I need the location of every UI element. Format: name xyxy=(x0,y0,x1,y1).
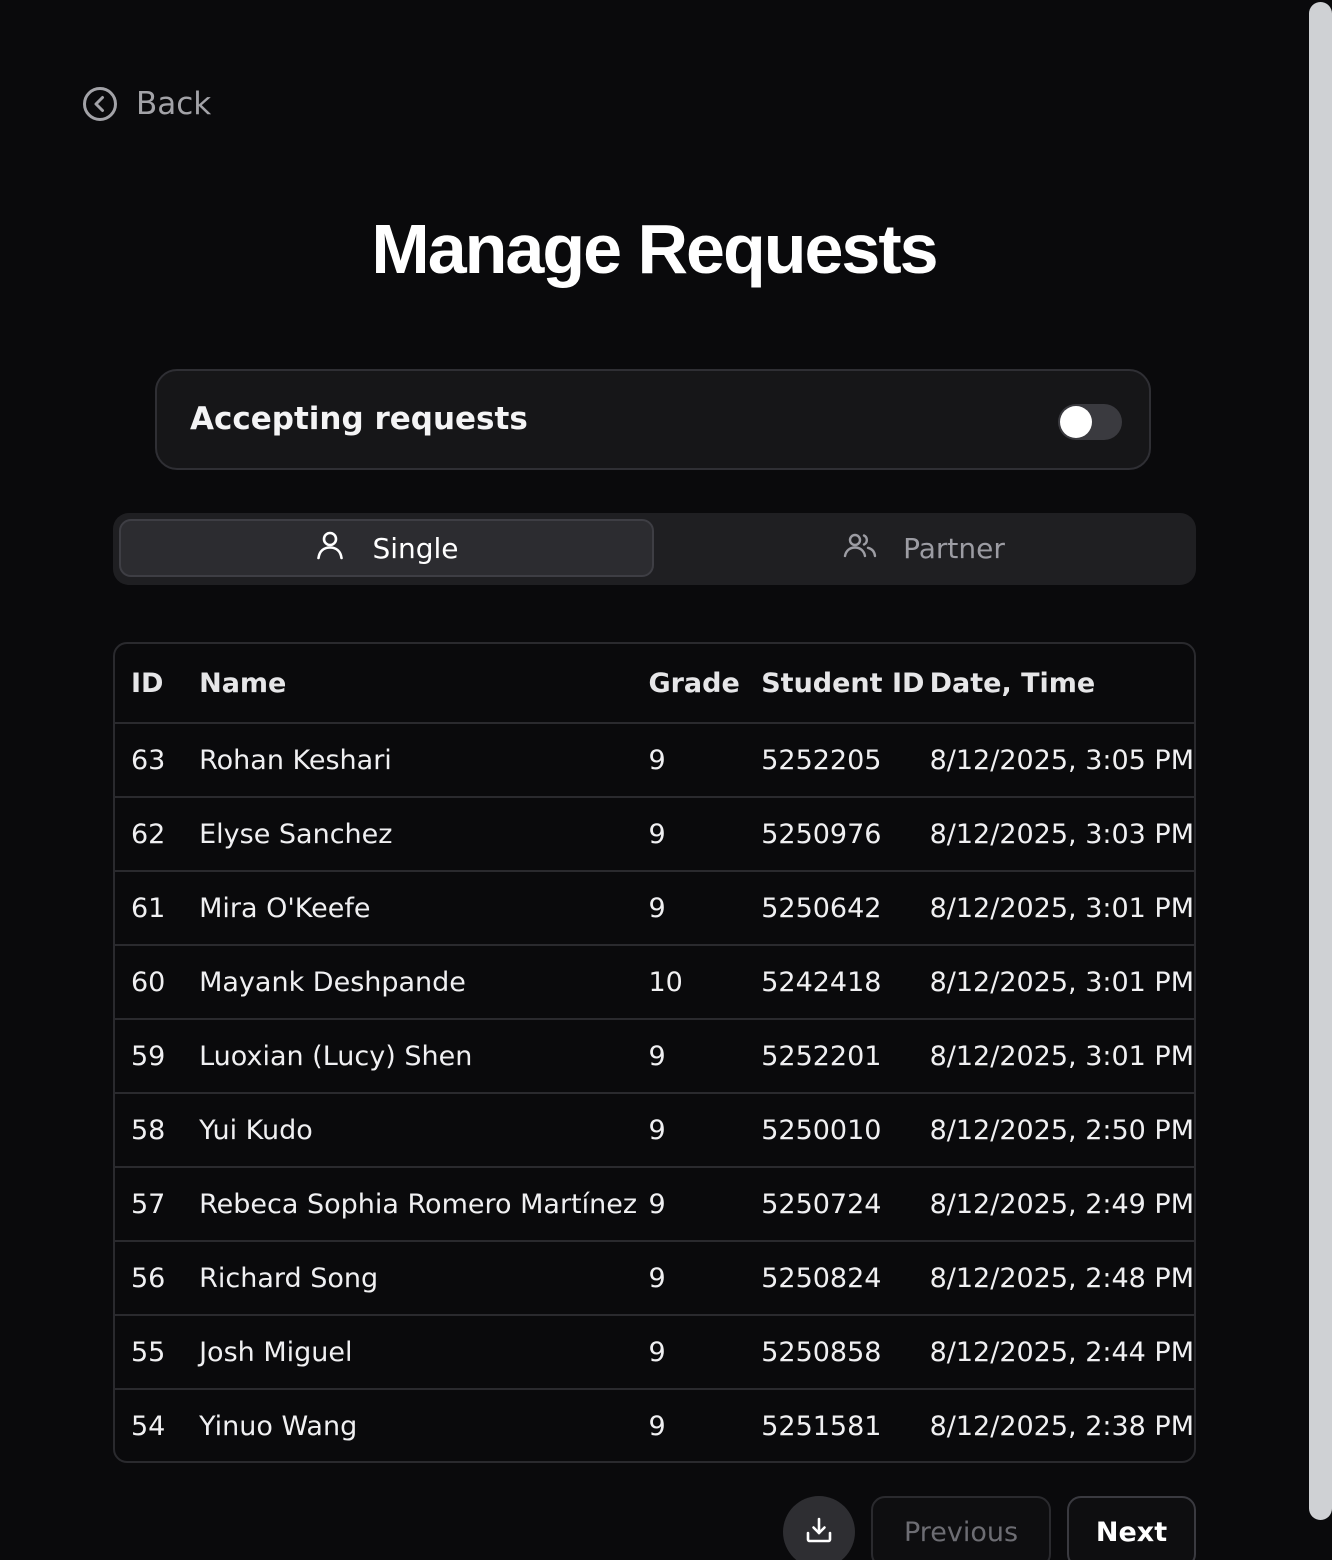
cell-id: 58 xyxy=(115,1093,200,1168)
cell-id: 57 xyxy=(115,1167,200,1242)
download-icon xyxy=(804,1515,834,1549)
page-title: Manage Requests xyxy=(371,210,938,288)
cell-name: Mira O'Keefe xyxy=(199,871,649,946)
cell-student-id: 5251581 xyxy=(761,1410,882,1442)
cell-date-time: 8/12/2025, 2:44 PM xyxy=(929,1315,1194,1390)
back-label: Back xyxy=(136,86,212,122)
cell-date-time: 8/12/2025, 3:01 PM xyxy=(929,871,1194,946)
user-icon xyxy=(314,529,346,568)
table-row[interactable]: 58 Yui Kudo 9 5250010 8/12/2025, 2:50 PM xyxy=(115,1093,1194,1168)
cell-student-id: 5250976 xyxy=(761,797,930,872)
users-icon xyxy=(843,531,877,566)
cell-grade: 9 xyxy=(648,1019,762,1094)
cell-student-id: 5242418 xyxy=(761,945,930,1020)
column-header-grade: Grade xyxy=(648,644,762,724)
cell-student-id: 5252205 xyxy=(761,723,930,798)
download-button[interactable] xyxy=(783,1496,855,1560)
cell-student-id: 5252201 xyxy=(761,1019,930,1094)
cell-date-time: 8/12/2025, 3:05 PM xyxy=(929,723,1194,798)
cell-name: Elyse Sanchez xyxy=(199,797,649,872)
requests-table: ID Name Grade Student ID Date, Time 63 R… xyxy=(115,644,1194,1461)
scrollbar-thumb[interactable] xyxy=(1309,2,1332,1520)
cell-grade: 9 xyxy=(648,871,762,946)
cell-student-id: 5250642 xyxy=(761,871,930,946)
request-type-tabs: Single Partner xyxy=(113,513,1196,585)
page: Back Manage Requests Accepting requests … xyxy=(0,0,1332,1560)
toggle-knob xyxy=(1060,406,1092,438)
table-row[interactable]: 54 Yinuo Wang 9 5251581 8/12/2025, 2:38 … xyxy=(115,1389,1194,1461)
chevron-left-circle-icon xyxy=(82,86,118,122)
column-header-id: ID xyxy=(115,644,200,724)
cell-grade: 9 xyxy=(648,797,762,872)
accepting-requests-card: Accepting requests xyxy=(155,369,1151,470)
cell-date-time: 8/12/2025, 2:48 PM xyxy=(929,1241,1194,1316)
requests-table-container: ID Name Grade Student ID Date, Time 63 R… xyxy=(113,642,1196,1463)
cell-date-time: 8/12/2025, 2:49 PM xyxy=(929,1167,1194,1242)
tab-single[interactable]: Single xyxy=(119,519,654,577)
column-header-student-id: Student ID xyxy=(761,644,930,724)
cell-id: 63 xyxy=(115,723,200,798)
cell-grade: 9 xyxy=(648,1410,666,1442)
cell-name: Mayank Deshpande xyxy=(199,945,649,1020)
cell-name: Yui Kudo xyxy=(199,1093,649,1168)
cell-date-time: 8/12/2025, 2:38 PM xyxy=(929,1410,1194,1442)
table-row[interactable]: 59 Luoxian (Lucy) Shen 9 5252201 8/12/20… xyxy=(115,1019,1194,1094)
cell-id: 60 xyxy=(115,945,200,1020)
tab-partner[interactable]: Partner xyxy=(658,519,1190,577)
table-row[interactable]: 61 Mira O'Keefe 9 5250642 8/12/2025, 3:0… xyxy=(115,871,1194,946)
table-row[interactable]: 62 Elyse Sanchez 9 5250976 8/12/2025, 3:… xyxy=(115,797,1194,872)
cell-date-time: 8/12/2025, 3:01 PM xyxy=(929,945,1194,1020)
cell-name: Josh Miguel xyxy=(199,1315,649,1390)
cell-name: Rebeca Sophia Romero Martínez xyxy=(199,1167,649,1242)
previous-button[interactable]: Previous xyxy=(871,1496,1051,1560)
cell-grade: 10 xyxy=(648,945,762,1020)
cell-name: Yinuo Wang xyxy=(199,1410,358,1442)
cell-grade: 9 xyxy=(648,1315,762,1390)
cell-id: 62 xyxy=(115,797,200,872)
cell-grade: 9 xyxy=(648,1093,762,1168)
table-row[interactable]: 55 Josh Miguel 9 5250858 8/12/2025, 2:44… xyxy=(115,1315,1194,1390)
cell-date-time: 8/12/2025, 3:03 PM xyxy=(929,797,1194,872)
tab-single-label: Single xyxy=(372,531,459,565)
cell-id: 59 xyxy=(115,1019,200,1094)
cell-grade: 9 xyxy=(648,1167,762,1242)
cell-id: 55 xyxy=(115,1315,200,1390)
cell-date-time: 8/12/2025, 3:01 PM xyxy=(929,1019,1194,1094)
table-row[interactable]: 56 Richard Song 9 5250824 8/12/2025, 2:4… xyxy=(115,1241,1194,1316)
accepting-requests-toggle[interactable] xyxy=(1058,404,1122,440)
cell-name: Richard Song xyxy=(199,1241,649,1316)
cell-id: 54 xyxy=(131,1410,166,1442)
back-button[interactable]: Back xyxy=(82,84,211,124)
cell-name: Rohan Keshari xyxy=(199,723,649,798)
cell-student-id: 5250858 xyxy=(761,1315,930,1390)
tab-partner-label: Partner xyxy=(903,531,1005,565)
cell-grade: 9 xyxy=(648,723,762,798)
cell-grade: 9 xyxy=(648,1241,762,1316)
column-header-date-time: Date, Time xyxy=(929,644,1194,724)
cell-date-time: 8/12/2025, 2:50 PM xyxy=(929,1093,1194,1168)
cell-student-id: 5250010 xyxy=(761,1093,930,1168)
table-header-row: ID Name Grade Student ID Date, Time xyxy=(115,644,1194,724)
cell-student-id: 5250724 xyxy=(761,1167,930,1242)
accepting-requests-label: Accepting requests xyxy=(190,401,528,437)
table-row[interactable]: 60 Mayank Deshpande 10 5242418 8/12/2025… xyxy=(115,945,1194,1020)
cell-student-id: 5250824 xyxy=(761,1241,930,1316)
cell-id: 56 xyxy=(115,1241,200,1316)
column-header-name: Name xyxy=(199,644,649,724)
table-row[interactable]: 63 Rohan Keshari 9 5252205 8/12/2025, 3:… xyxy=(115,723,1194,798)
cell-name: Luoxian (Lucy) Shen xyxy=(199,1019,649,1094)
next-button[interactable]: Next xyxy=(1067,1496,1196,1560)
cell-id: 61 xyxy=(115,871,200,946)
table-row[interactable]: 57 Rebeca Sophia Romero Martínez 9 52507… xyxy=(115,1167,1194,1242)
